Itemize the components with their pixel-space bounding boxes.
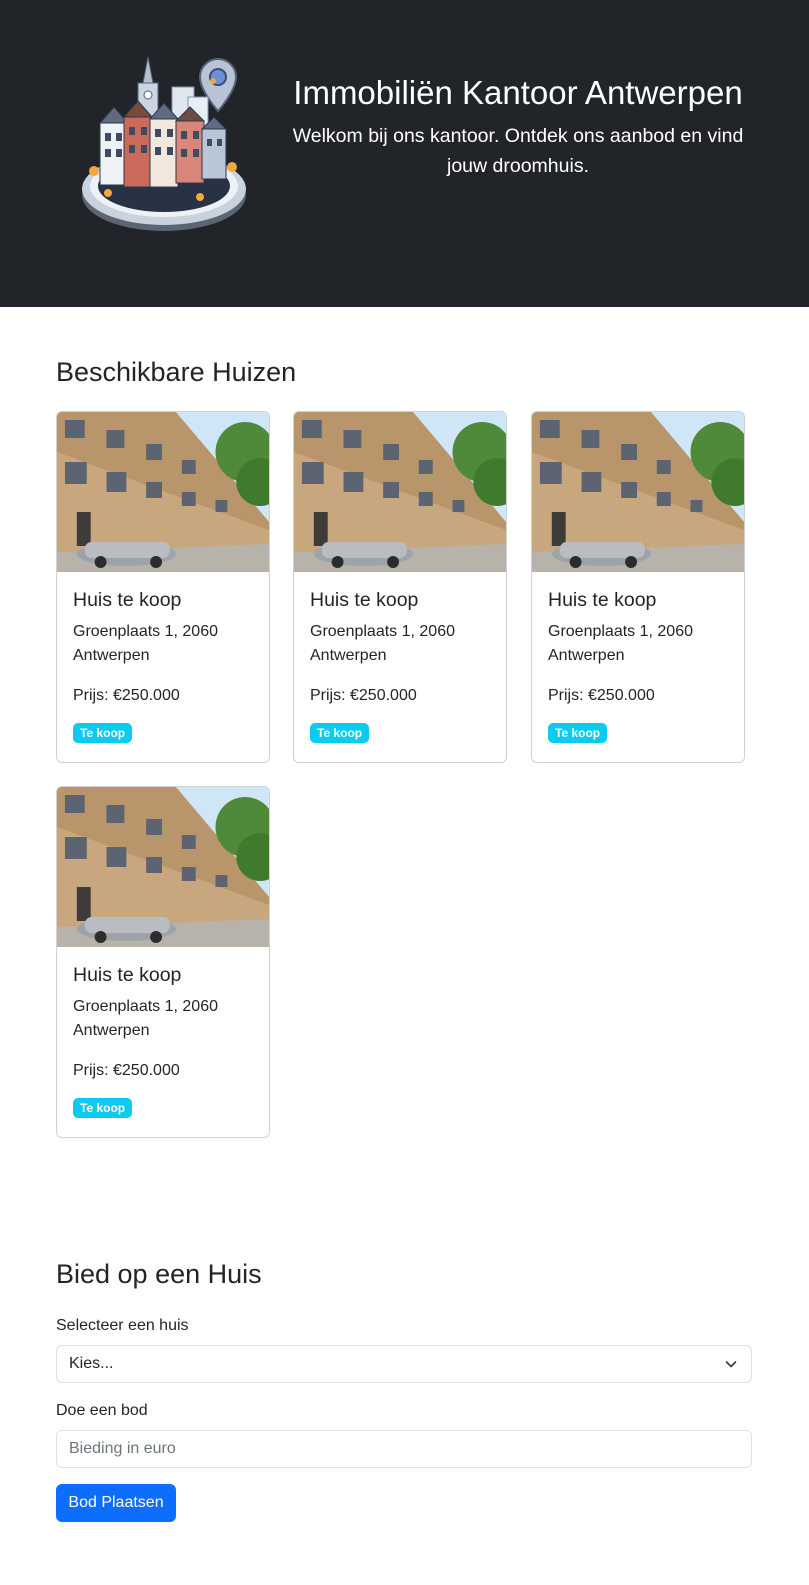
card-body: Huis te koop Groenplaats 1, 2060 Antwerp… [294, 588, 506, 743]
house-card[interactable]: Huis te koop Groenplaats 1, 2060 Antwerp… [531, 411, 745, 763]
bid-input[interactable] [56, 1430, 752, 1468]
house-photo [57, 412, 269, 572]
bid-section-title: Bied op een Huis [56, 1259, 262, 1289]
card-price: Prijs: €250.000 [548, 687, 655, 704]
card-address: Groenplaats 1, 2060 Antwerpen [73, 623, 218, 664]
card-address: Groenplaats 1, 2060 Antwerpen [73, 998, 218, 1039]
logo-city-icon [82, 56, 246, 231]
house-photo [532, 412, 744, 572]
card-title: Huis te koop [310, 589, 419, 611]
house-select-value: Kies... [69, 1355, 114, 1372]
house-photo [294, 412, 506, 572]
card-title: Huis te koop [73, 589, 182, 611]
house-photo [57, 787, 269, 947]
hero-lead: Welkom bij ons kantoor. Ontdek ons aanbo… [292, 125, 744, 177]
houses-section-title: Beschikbare Huizen [56, 357, 297, 387]
status-badge: Te koop [73, 1098, 133, 1118]
hero-header: Immobiliën Kantoor Antwerpen Welkom bij … [0, 0, 809, 307]
house-card[interactable]: Huis te koop Groenplaats 1, 2060 Antwerp… [293, 411, 507, 763]
card-price: Prijs: €250.000 [310, 687, 417, 704]
card-price: Prijs: €250.000 [73, 687, 180, 704]
chevron-down-icon [725, 1361, 737, 1368]
hero-text: Immobiliën Kantoor Antwerpen Welkom bij … [288, 72, 748, 181]
submit-bid-button[interactable]: Bod Plaatsen [56, 1484, 176, 1522]
bid-label: Doe een bod [56, 1402, 148, 1419]
status-badge: Te koop [73, 723, 133, 743]
page-title: Immobiliën Kantoor Antwerpen [293, 74, 743, 111]
house-card[interactable]: Huis te koop Groenplaats 1, 2060 Antwerp… [56, 411, 270, 763]
house-select[interactable]: Kies... [56, 1345, 752, 1383]
card-body: Huis te koop Groenplaats 1, 2060 Antwerp… [57, 588, 269, 743]
house-card[interactable]: Huis te koop Groenplaats 1, 2060 Antwerp… [56, 786, 270, 1138]
card-address: Groenplaats 1, 2060 Antwerpen [548, 623, 693, 664]
card-body: Huis te koop Groenplaats 1, 2060 Antwerp… [532, 588, 744, 743]
card-price: Prijs: €250.000 [73, 1062, 180, 1079]
card-body: Huis te koop Groenplaats 1, 2060 Antwerp… [57, 963, 269, 1118]
status-badge: Te koop [548, 723, 608, 743]
card-address: Groenplaats 1, 2060 Antwerpen [310, 623, 455, 664]
status-badge: Te koop [310, 723, 370, 743]
card-title: Huis te koop [73, 964, 182, 986]
card-title: Huis te koop [548, 589, 657, 611]
house-select-label: Selecteer een huis [56, 1317, 189, 1334]
